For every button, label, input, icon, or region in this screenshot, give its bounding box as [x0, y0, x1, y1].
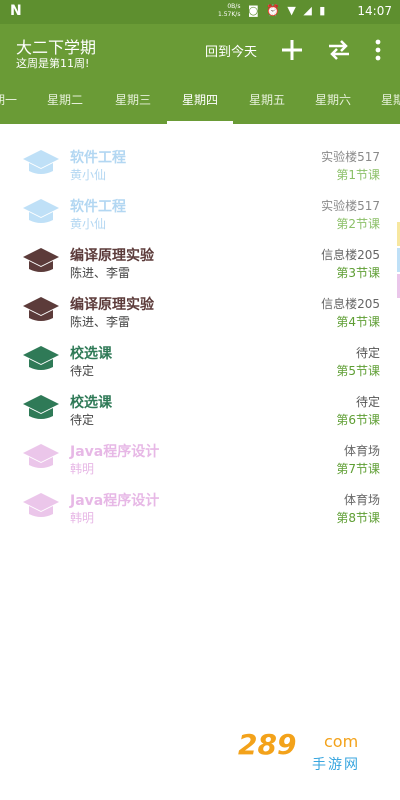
graduation-cap-icon [23, 248, 59, 272]
graduation-cap-icon [23, 199, 59, 223]
course-name: 软件工程 [70, 199, 126, 215]
tab-saturday[interactable]: 星期六 [300, 76, 366, 124]
tab-tuesday[interactable]: 星期二 [32, 76, 98, 124]
course-period: 第5节课 [336, 364, 380, 378]
course-teacher: 韩明 [70, 462, 95, 476]
add-icon[interactable] [279, 37, 305, 63]
net-speed-download: 1.57K/s [218, 11, 241, 18]
course-list: 软件工程 黄小仙 实验楼517 第1节课 软件工程 黄小仙 实验楼517 第2节… [0, 138, 400, 530]
tab-thursday[interactable]: 星期四 [167, 76, 233, 124]
course-row[interactable]: Java程序设计 韩明 体育场 第7节课 [0, 432, 400, 481]
graduation-cap-icon [23, 395, 59, 419]
course-period: 第7节课 [336, 462, 380, 476]
course-row[interactable]: 校选课 待定 待定 第6节课 [0, 383, 400, 432]
course-name: 校选课 [70, 346, 112, 362]
status-bar: N 0B/s 1.57K/s ◙ ⏰ ▼ ◢ ▮ 14:07 [0, 0, 400, 24]
network-speed: 0B/s 1.57K/s [218, 3, 240, 19]
watermark-number: 289 [238, 728, 297, 761]
course-name: 软件工程 [70, 150, 126, 166]
course-room: 体育场 [343, 444, 380, 458]
course-teacher: 韩明 [70, 511, 95, 525]
course-period: 第1节课 [336, 168, 380, 182]
course-teacher: 待定 [70, 364, 95, 378]
course-row[interactable]: 软件工程 黄小仙 实验楼517 第2节课 [0, 187, 400, 236]
status-icons: ◙ ⏰ ▼ ◢ ▮ [248, 4, 328, 17]
graduation-cap-icon [23, 346, 59, 370]
course-period: 第8节课 [336, 511, 380, 525]
course-room: 待定 [355, 346, 380, 360]
course-row[interactable]: 编译原理实验 陈进、李雷 信息楼205 第4节课 [0, 285, 400, 334]
course-name: 编译原理实验 [70, 248, 154, 264]
course-name: Java程序设计 [70, 444, 160, 460]
course-room: 体育场 [343, 493, 380, 507]
course-room: 待定 [355, 395, 380, 409]
course-period: 第6节课 [336, 413, 380, 427]
course-teacher: 黄小仙 [70, 168, 107, 182]
watermark-suffix: com [324, 732, 359, 751]
swap-icon[interactable] [326, 37, 352, 63]
clock: 14:07 [357, 4, 392, 18]
graduation-cap-icon [23, 493, 59, 517]
course-name: Java程序设计 [70, 493, 160, 509]
app-notification-icon: N [10, 3, 22, 19]
course-row[interactable]: 编译原理实验 陈进、李雷 信息楼205 第3节课 [0, 236, 400, 285]
course-row[interactable]: 软件工程 黄小仙 实验楼517 第1节课 [0, 138, 400, 187]
course-teacher: 黄小仙 [70, 217, 107, 231]
app-bar: 大二下学期 这周是第11周! 回到今天 [0, 24, 400, 76]
course-name: 校选课 [70, 395, 112, 411]
watermark-site: 手游网 [312, 757, 360, 773]
graduation-cap-icon [23, 150, 59, 174]
site-watermark: 289 com 手游网 [232, 724, 392, 776]
graduation-cap-icon [23, 444, 59, 468]
tab-monday[interactable]: 星期一 [0, 76, 32, 124]
net-speed-upload: 0B/s [227, 3, 241, 10]
more-options-icon[interactable] [368, 37, 388, 63]
course-room: 信息楼205 [321, 297, 380, 311]
tab-sunday[interactable]: 星期日 [366, 76, 400, 124]
course-teacher: 陈进、李雷 [70, 315, 131, 329]
graduation-cap-icon [23, 297, 59, 321]
course-room: 信息楼205 [321, 248, 380, 262]
course-period: 第4节课 [336, 315, 380, 329]
course-row[interactable]: 校选课 待定 待定 第5节课 [0, 334, 400, 383]
course-period: 第3节课 [336, 266, 380, 280]
back-to-today-button[interactable]: 回到今天 [205, 41, 257, 60]
course-row[interactable]: Java程序设计 韩明 体育场 第8节课 [0, 481, 400, 530]
course-name: 编译原理实验 [70, 297, 154, 313]
course-room: 实验楼517 [321, 150, 380, 164]
course-teacher: 待定 [70, 413, 95, 427]
tab-wednesday[interactable]: 星期三 [100, 76, 166, 124]
weekday-tabs: 星期一 星期二 星期三 星期四 星期五 星期六 星期日 [0, 76, 400, 124]
tab-friday[interactable]: 星期五 [234, 76, 300, 124]
course-room: 实验楼517 [321, 199, 380, 213]
course-period: 第2节课 [336, 217, 380, 231]
course-teacher: 陈进、李雷 [70, 266, 131, 280]
week-subtitle: 这周是第11周! [16, 57, 90, 70]
